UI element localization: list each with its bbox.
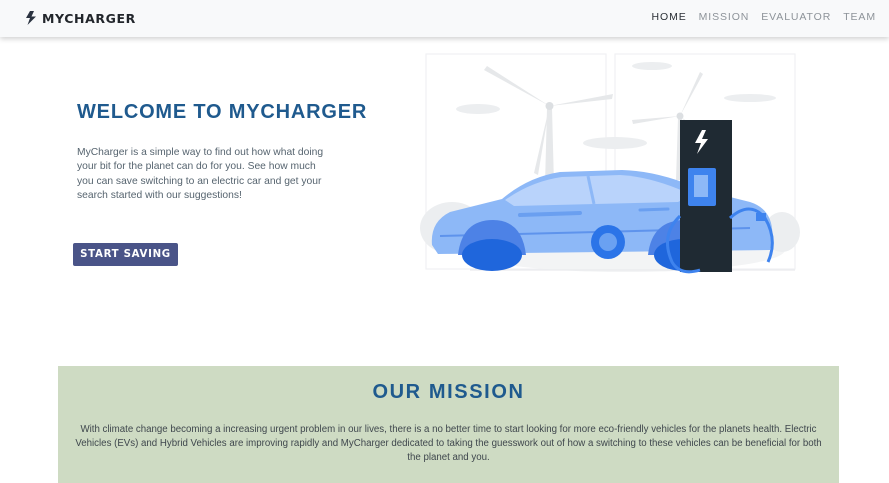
wind-turbine [484,66,613,185]
electric-car-charging-illustration [420,53,800,274]
nav-link-mission[interactable]: MISSION [699,11,750,23]
brand-link[interactable]: MYCHARGER [25,9,136,27]
nav-links: HOME MISSION EVALUATOR TEAM [652,11,876,23]
cloud-shape [632,62,672,70]
nav-link-home[interactable]: HOME [652,11,687,23]
cloud-shape [456,104,500,114]
start-saving-button[interactable]: START SAVING [73,243,178,266]
nav-link-team[interactable]: TEAM [843,11,876,23]
cloud-shape [724,94,776,102]
hero-title: WELCOME TO MYCHARGER [77,101,368,123]
car-wheel [462,239,522,271]
cloud-shape [583,137,647,149]
navbar: MYCHARGER HOME MISSION EVALUATOR TEAM [0,0,889,37]
mission-text: With climate change becoming a increasin… [75,424,822,463]
lightning-bolt-icon [26,11,36,25]
nav-link-evaluator[interactable]: EVALUATOR [761,11,831,23]
hero-description: MyCharger is a simple way to find out ho… [77,147,324,201]
brand-name: MYCHARGER [42,10,136,26]
mission-section: OUR MISSION With climate change becoming… [58,366,839,483]
mission-title: OUR MISSION [372,381,525,403]
